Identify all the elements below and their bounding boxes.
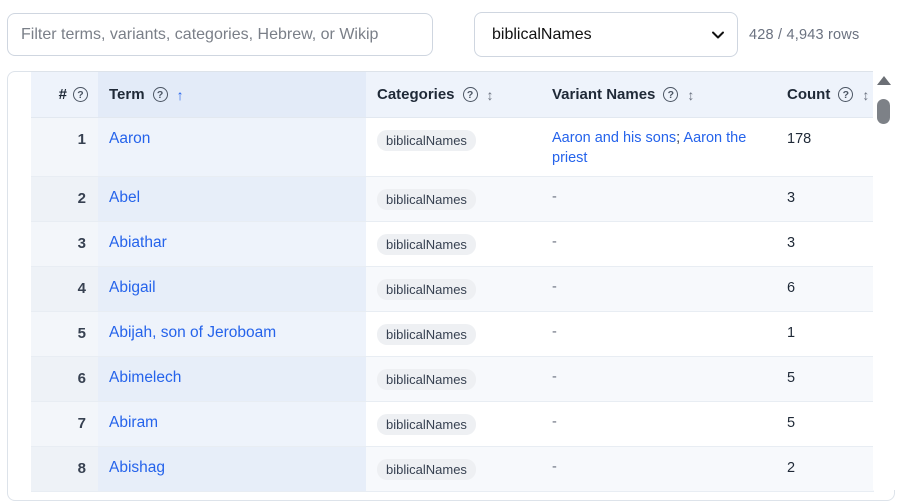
column-header-categories[interactable]: Categories ? ↕ [377, 72, 494, 117]
row-index: 1 [77, 131, 86, 148]
empty-variant: - [552, 234, 557, 250]
count-value: 5 [787, 370, 796, 386]
help-icon[interactable]: ? [663, 87, 679, 102]
term-link[interactable]: Abel [109, 189, 140, 207]
column-header-variants[interactable]: Variant Names ? ↕ [552, 72, 694, 117]
sort-icon[interactable]: ↕ [687, 87, 694, 103]
empty-variant: - [552, 279, 557, 295]
count-value: 3 [787, 235, 796, 251]
table-row[interactable]: 4 Abigail biblicalNames - 6 [31, 267, 874, 312]
variant-names: - [552, 367, 767, 387]
column-header-term-label: Term [109, 86, 145, 103]
term-link[interactable]: Abigail [109, 279, 156, 297]
help-icon[interactable]: ? [462, 87, 478, 102]
help-icon[interactable]: ? [73, 87, 88, 102]
vertical-scrollbar[interactable] [873, 71, 895, 490]
category-badge[interactable]: biblicalNames [377, 130, 476, 151]
empty-variant: - [552, 189, 557, 205]
row-index: 8 [77, 460, 86, 477]
category-badge[interactable]: biblicalNames [377, 324, 476, 345]
column-header-index[interactable]: # ? [31, 72, 98, 117]
variant-names: Aaron and his sons; Aaron the priest [552, 128, 767, 168]
table-row[interactable]: 8 Abishag biblicalNames - 2 [31, 447, 874, 492]
count-value: 5 [787, 415, 796, 431]
category-badge[interactable]: biblicalNames [377, 459, 476, 480]
toolbar: biblicalNames 428 / 4,943 rows [0, 0, 909, 70]
column-header-categories-label: Categories [377, 86, 455, 103]
term-link[interactable]: Abijah, son of Jeroboam [109, 324, 276, 342]
sort-icon[interactable]: ↕ [487, 87, 494, 103]
empty-variant: - [552, 459, 557, 475]
category-badge[interactable]: biblicalNames [377, 234, 476, 255]
variant-link[interactable]: Aaron and his sons [552, 130, 676, 146]
category-badge[interactable]: biblicalNames [377, 189, 476, 210]
variant-names: - [552, 412, 767, 432]
count-value: 178 [787, 131, 812, 147]
row-index: 4 [77, 280, 86, 297]
category-badge[interactable]: biblicalNames [377, 369, 476, 390]
variant-names: - [552, 322, 767, 342]
terms-table: # ? Term ? ↑ Categories ? ↕ Variant Name… [7, 71, 895, 501]
help-icon[interactable]: ? [838, 87, 854, 102]
row-index: 3 [77, 235, 86, 252]
row-index: 5 [77, 325, 86, 342]
count-value: 2 [787, 460, 796, 476]
category-select[interactable]: biblicalNames [474, 12, 738, 57]
column-header-term[interactable]: Term ? ↑ [98, 72, 366, 117]
term-link[interactable]: Abiathar [109, 234, 167, 252]
table-row[interactable]: 6 Abimelech biblicalNames - 5 [31, 357, 874, 402]
table-header: # ? Term ? ↑ Categories ? ↕ Variant Name… [31, 72, 874, 118]
category-select-value: biblicalNames [492, 25, 592, 43]
table-row[interactable]: 3 Abiathar biblicalNames - 3 [31, 222, 874, 267]
table-row[interactable]: 1 Aaron biblicalNames Aaron and his sons; A… [31, 118, 874, 177]
count-value: 3 [787, 190, 796, 206]
column-header-variants-label: Variant Names [552, 86, 656, 103]
variant-names: - [552, 277, 767, 297]
row-index: 7 [77, 415, 86, 432]
scroll-thumb[interactable] [877, 99, 890, 124]
variant-names: - [552, 232, 767, 252]
category-badge[interactable]: biblicalNames [377, 414, 476, 435]
column-header-index-label: # [58, 86, 67, 103]
row-index: 2 [77, 190, 86, 207]
row-count: 428 / 4,943 rows [749, 27, 860, 43]
column-header-count-label: Count [787, 86, 831, 103]
count-value: 1 [787, 325, 796, 341]
table-row[interactable]: 5 Abijah, son of Jeroboam biblicalNames - 1 [31, 312, 874, 357]
variant-names: - [552, 457, 767, 477]
empty-variant: - [552, 324, 557, 340]
count-value: 6 [787, 280, 796, 296]
term-link[interactable]: Aaron [109, 130, 150, 148]
term-link[interactable]: Abiram [109, 414, 158, 432]
term-link[interactable]: Abishag [109, 459, 165, 477]
empty-variant: - [552, 369, 557, 385]
term-link[interactable]: Abimelech [109, 369, 181, 387]
category-badge[interactable]: biblicalNames [377, 279, 476, 300]
sort-icon[interactable]: ↕ [862, 87, 869, 103]
row-index: 6 [77, 370, 86, 387]
filter-input[interactable] [7, 13, 433, 56]
column-header-count[interactable]: Count ? ↕ [787, 72, 869, 117]
scroll-up-arrow-icon[interactable] [877, 76, 891, 85]
empty-variant: - [552, 414, 557, 430]
table-row[interactable]: 7 Abiram biblicalNames - 5 [31, 402, 874, 447]
table-row[interactable]: 2 Abel biblicalNames - 3 [31, 177, 874, 222]
sort-ascending-icon[interactable]: ↑ [177, 87, 184, 103]
chevron-down-icon [712, 31, 724, 38]
help-icon[interactable]: ? [152, 87, 168, 102]
variant-names: - [552, 187, 767, 207]
